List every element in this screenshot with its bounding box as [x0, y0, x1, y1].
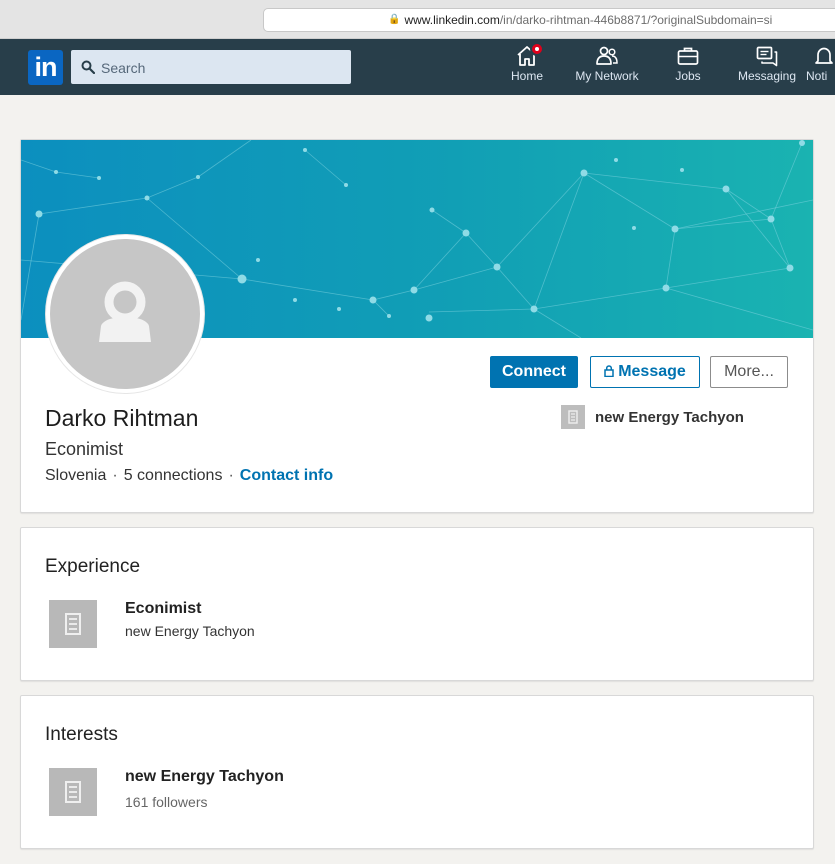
- more-button[interactable]: More...: [710, 356, 788, 388]
- nav-label-messaging: Messaging: [737, 69, 797, 83]
- nav-item-jobs[interactable]: Jobs: [667, 45, 709, 89]
- current-company[interactable]: new Energy Tachyon: [561, 405, 744, 429]
- company-logo-icon[interactable]: [49, 768, 97, 816]
- nav-label-home: Home: [510, 69, 543, 83]
- experience-role[interactable]: Econimist: [125, 600, 201, 618]
- lock-icon: 🔒: [388, 14, 401, 25]
- search-input[interactable]: [99, 50, 343, 86]
- profile-headline: Econimist: [45, 439, 124, 459]
- messaging-icon: [756, 46, 778, 67]
- interests-title: Interests: [45, 724, 118, 745]
- message-button-label: Message: [618, 363, 686, 380]
- url-path: /in/darko-rihtman-446b8871/?originalSubd…: [499, 13, 773, 27]
- person-placeholder-icon: [99, 281, 151, 342]
- building-icon: [65, 613, 81, 635]
- nav-item-messaging[interactable]: Messaging: [734, 45, 800, 89]
- browser-toolbar: 🔒 www.linkedin.com/in/darko-rihtman-446b8…: [0, 0, 835, 39]
- notification-badge: [530, 42, 544, 56]
- building-icon: [65, 781, 81, 803]
- building-icon: [568, 410, 578, 424]
- connect-button[interactable]: Connect: [490, 356, 578, 388]
- address-bar[interactable]: 🔒 www.linkedin.com/in/darko-rihtman-446b8…: [263, 8, 835, 32]
- interest-followers: 161 followers: [125, 794, 208, 810]
- search-icon: [81, 60, 95, 74]
- company-logo-icon: [561, 405, 585, 429]
- experience-title: Experience: [45, 556, 141, 577]
- nav-label-my-network: My Network: [575, 69, 639, 83]
- company-logo-icon[interactable]: [49, 600, 97, 648]
- nav-label-notifications: Noti: [806, 69, 828, 83]
- nav-item-my-network[interactable]: My Network: [571, 45, 643, 89]
- message-button[interactable]: Message: [590, 356, 700, 388]
- bell-icon: [815, 47, 833, 64]
- search-box[interactable]: [71, 50, 351, 86]
- profile-connections: 5 connections: [123, 467, 223, 484]
- contact-info-link[interactable]: Contact info: [240, 467, 333, 484]
- nav-label-jobs: Jobs: [675, 69, 701, 83]
- lock-icon: [604, 365, 614, 378]
- current-company-name: new Energy Tachyon: [595, 408, 744, 426]
- avatar[interactable]: [46, 235, 204, 393]
- interest-name[interactable]: new Energy Tachyon: [125, 768, 284, 786]
- linkedin-logo[interactable]: in: [28, 50, 63, 85]
- experience-company: new Energy Tachyon: [125, 623, 255, 639]
- profile-name: Darko Rihtman: [45, 405, 199, 431]
- nav-item-notifications[interactable]: Noti: [806, 45, 835, 89]
- experience-section: Experience Econimist new Energy Tachyon: [20, 527, 814, 681]
- profile-location: Slovenia: [45, 467, 107, 484]
- interests-section: Interests new Energy Tachyon 161 followe…: [20, 695, 814, 849]
- network-icon: [596, 46, 618, 65]
- separator-dot: ·: [228, 467, 234, 484]
- separator-dot: ·: [112, 467, 118, 484]
- profile-card: Connect Message More... Darko Rihtman Ec…: [20, 139, 814, 513]
- top-navigation: in Home My Network Jobs: [0, 39, 835, 95]
- briefcase-icon: [677, 47, 699, 65]
- nav-item-home[interactable]: Home: [506, 42, 548, 89]
- url-host: www.linkedin.com: [404, 13, 500, 27]
- profile-meta: Slovenia · 5 connections · Contact info: [45, 467, 333, 485]
